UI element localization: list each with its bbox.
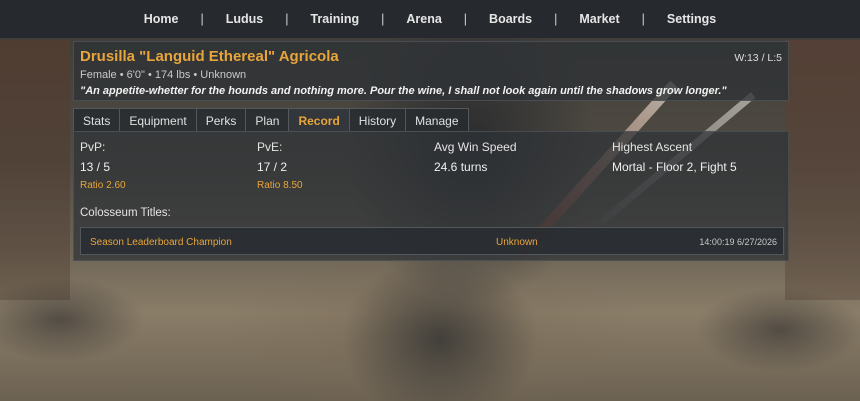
- title-timestamp: 14:00:19 6/27/2026: [699, 237, 777, 247]
- tab-equipment[interactable]: Equipment: [119, 108, 196, 132]
- pvp-label: PvP:: [80, 140, 106, 154]
- highest-ascent-value: Mortal - Floor 2, Fight 5: [612, 160, 737, 174]
- win-speed-label: Avg Win Speed: [434, 140, 517, 154]
- win-loss-record: W:13 / L:5: [734, 52, 782, 64]
- highest-ascent-label: Highest Ascent: [612, 140, 693, 154]
- tab-stats[interactable]: Stats: [73, 108, 120, 132]
- win-speed-value: 24.6 turns: [434, 160, 488, 174]
- title-holder: Unknown: [496, 237, 538, 248]
- title-name: Season Leaderboard Champion: [90, 237, 232, 248]
- tab-plan[interactable]: Plan: [245, 108, 289, 132]
- background-crowd-left: [0, 40, 70, 300]
- pvp-value: 13 / 5: [80, 160, 111, 174]
- tab-history[interactable]: History: [348, 108, 406, 132]
- nav-separator: |: [200, 12, 204, 26]
- tab-manage[interactable]: Manage: [405, 108, 469, 132]
- nav-boards[interactable]: Boards: [476, 12, 545, 26]
- colosseum-titles-label: Colosseum Titles:: [80, 207, 171, 219]
- nav-training[interactable]: Training: [297, 12, 372, 26]
- profile-tabs: Stats Equipment Perks Plan Record Histor…: [73, 108, 469, 132]
- nav-market[interactable]: Market: [566, 12, 632, 26]
- tab-record[interactable]: Record: [288, 108, 349, 132]
- nav-settings[interactable]: Settings: [654, 12, 729, 26]
- top-nav: Home | Ludus | Training | Arena | Boards…: [0, 0, 860, 38]
- pve-stat: PvE: 17 / 2 Ratio 8.50: [257, 140, 303, 191]
- gladiator-quote: "An appetite-whetter for the hounds and …: [80, 85, 727, 97]
- nav-separator: |: [554, 12, 558, 26]
- nav-ludus[interactable]: Ludus: [213, 12, 277, 26]
- nav-separator: |: [463, 12, 468, 26]
- pvp-ratio: Ratio 2.60: [80, 180, 126, 191]
- tab-perks[interactable]: Perks: [195, 108, 246, 132]
- nav-separator: |: [285, 12, 289, 26]
- record-panel: PvP: 13 / 5 Ratio 2.60 PvE: 17 / 2 Ratio…: [73, 131, 789, 261]
- nav-separator: |: [641, 12, 645, 26]
- pve-ratio: Ratio 8.50: [257, 180, 303, 191]
- background-crowd-right: [785, 40, 860, 300]
- nav-arena[interactable]: Arena: [393, 12, 454, 26]
- gladiator-meta: Female • 6'0" • 174 lbs • Unknown: [80, 69, 247, 81]
- nav-separator: |: [381, 12, 385, 26]
- gladiator-name: Drusilla "Languid Ethereal" Agricola: [80, 48, 339, 65]
- pve-value: 17 / 2: [257, 160, 288, 174]
- title-row: Season Leaderboard Champion Unknown 14:0…: [80, 227, 784, 255]
- win-speed-stat: Avg Win Speed 24.6 turns: [434, 140, 517, 174]
- highest-ascent-stat: Highest Ascent Mortal - Floor 2, Fight 5: [612, 140, 737, 174]
- pve-label: PvE:: [257, 140, 283, 154]
- gladiator-header: Drusilla "Languid Ethereal" Agricola Fem…: [73, 41, 789, 101]
- pvp-stat: PvP: 13 / 5 Ratio 2.60: [80, 140, 126, 191]
- nav-home[interactable]: Home: [131, 12, 192, 26]
